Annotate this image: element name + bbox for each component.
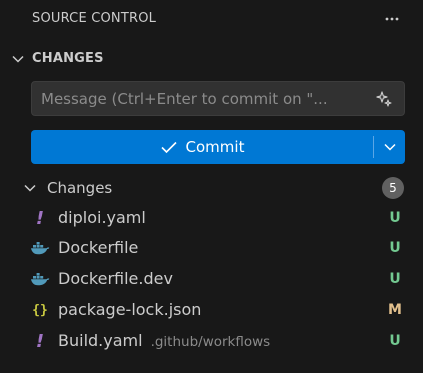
json-icon: {}: [32, 302, 48, 318]
sparkle-icon: [376, 91, 392, 107]
file-status: U: [389, 210, 401, 226]
file-name: Dockerfile.dev: [58, 269, 173, 288]
check-icon: [160, 141, 177, 154]
file-name: diploi.yaml: [58, 208, 146, 227]
panel-title-bar: SOURCE CONTROL: [0, 0, 423, 38]
panel-title: SOURCE CONTROL: [32, 11, 157, 26]
commit-message-box: [31, 81, 405, 116]
file-row[interactable]: Dockerfile.dev U: [0, 265, 423, 293]
ellipsis-icon: [385, 17, 399, 21]
changes-group-label: Changes: [47, 179, 113, 197]
file-name: package-lock.json: [58, 300, 202, 319]
file-status: M: [388, 302, 402, 318]
file-path: .github/workflows: [150, 334, 271, 350]
file-status: U: [389, 333, 401, 349]
yaml-icon: !: [35, 330, 45, 352]
commit-button-label: Commit: [185, 138, 245, 156]
generate-message-button[interactable]: [372, 87, 396, 111]
file-row[interactable]: Dockerfile U: [0, 234, 423, 262]
commit-options-dropdown[interactable]: [374, 130, 405, 164]
file-name: Dockerfile: [58, 238, 139, 257]
changes-count-badge: 5: [382, 177, 404, 199]
commit-message-input[interactable]: [32, 82, 368, 115]
changes-group-header[interactable]: Changes 5: [0, 176, 423, 200]
chevron-down-icon: [12, 55, 24, 63]
file-row[interactable]: ! diploi.yaml U: [0, 204, 423, 232]
chevron-down-icon: [383, 143, 396, 151]
docker-icon: [29, 238, 51, 258]
commit-button[interactable]: Commit: [31, 130, 373, 164]
source-control-panel: SOURCE CONTROL CHANGES Com: [0, 0, 423, 373]
commit-button-group: Commit: [31, 130, 405, 164]
file-row[interactable]: {} package-lock.json M: [0, 296, 423, 324]
chevron-down-icon: [24, 184, 36, 192]
yaml-icon: !: [35, 207, 45, 229]
file-name: Build.yaml .github/workflows: [58, 331, 271, 350]
changes-section-header[interactable]: CHANGES: [0, 47, 423, 71]
file-status: U: [389, 271, 401, 287]
docker-icon: [29, 269, 51, 289]
section-title: CHANGES: [32, 51, 104, 66]
file-row[interactable]: ! Build.yaml .github/workflows U: [0, 327, 423, 355]
file-status: U: [389, 240, 401, 256]
more-actions-button[interactable]: [379, 6, 405, 32]
